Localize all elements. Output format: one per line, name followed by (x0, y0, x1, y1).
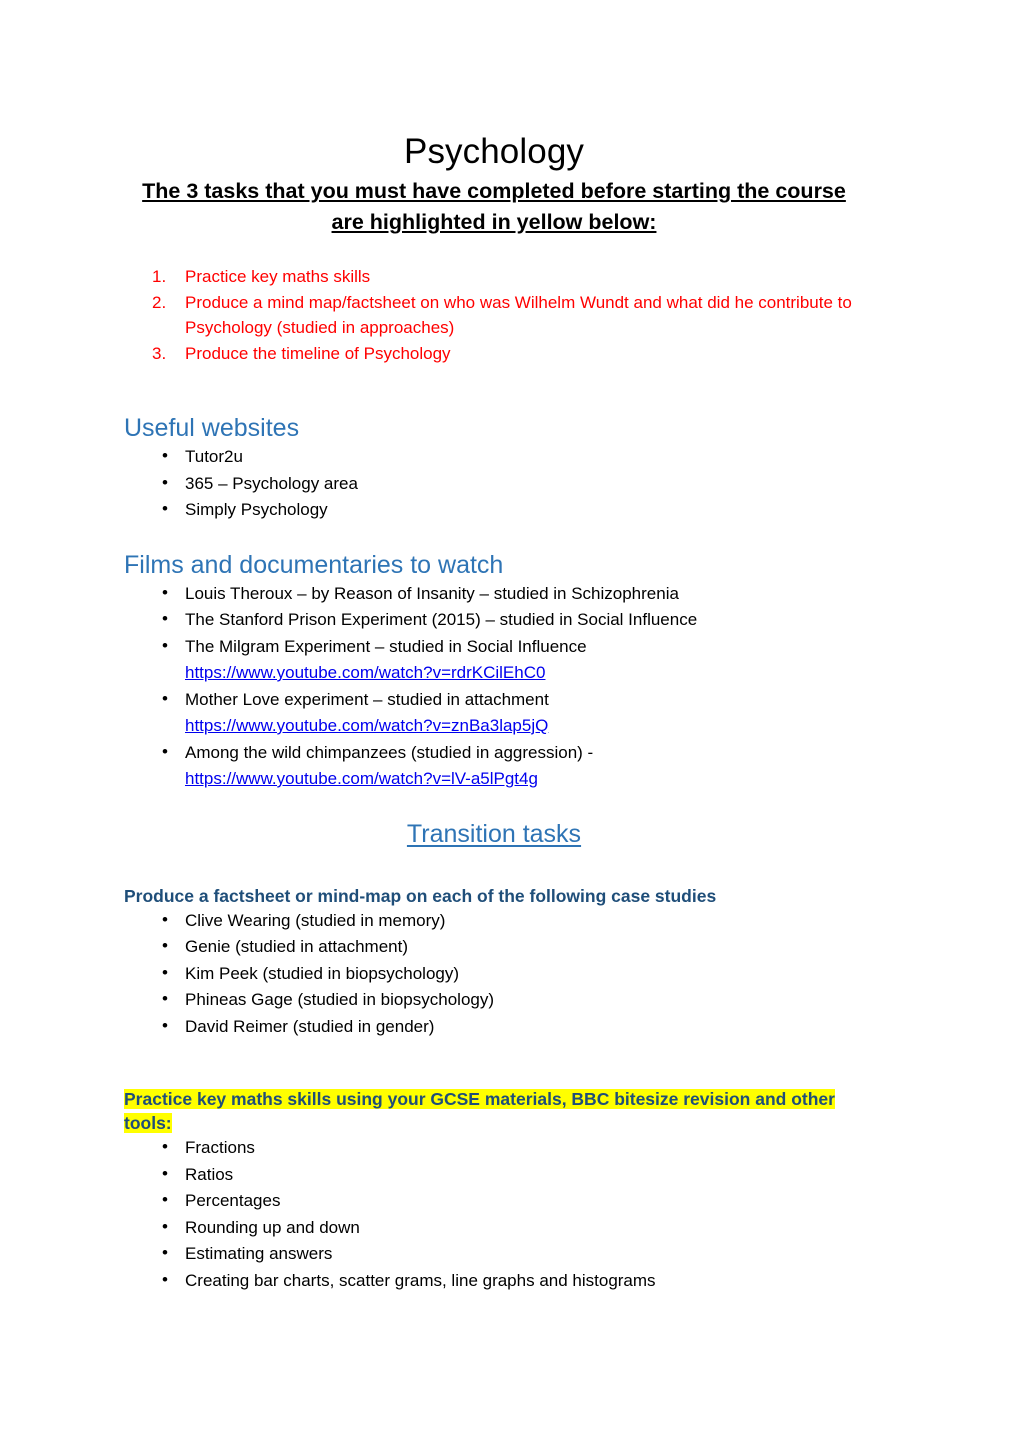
list-item-label: Fractions (185, 1138, 255, 1157)
list-item-number: 2. (152, 292, 167, 312)
list-item: 1. Practice key maths skills (124, 264, 864, 290)
youtube-link[interactable]: https://www.youtube.com/watch?v=znBa3lap… (185, 713, 864, 740)
list-item: Phineas Gage (studied in biopsychology) (124, 986, 864, 1014)
list-item-label: Louis Theroux – by Reason of Insanity – … (185, 583, 679, 603)
list-item: David Reimer (studied in gender) (124, 1013, 864, 1041)
list-item: Percentages (124, 1187, 864, 1215)
list-item-label: The Milgram Experiment – studied in Soci… (185, 636, 587, 656)
list-item: Kim Peek (studied in biopsychology) (124, 960, 864, 988)
required-tasks-list: 1. Practice key maths skills 2. Produce … (124, 264, 864, 366)
list-item-label: David Reimer (studied in gender) (185, 1016, 435, 1036)
maths-skills-list: Fractions Ratios Percentages Rounding up… (124, 1134, 864, 1295)
list-item-label: Kim Peek (studied in biopsychology) (185, 963, 460, 983)
list-item-number: 1. (152, 267, 167, 286)
list-item: 365 – Psychology area (124, 470, 864, 498)
list-item-label: The Stanford Prison Experiment (2015) – … (185, 610, 698, 629)
section-heading-transition-tasks: Transition tasks (406, 819, 582, 848)
list-item: Fractions (124, 1134, 864, 1162)
list-item-label: 365 – Psychology area (185, 473, 358, 493)
useful-websites-list: Tutor2u 365 – Psychology area Simply Psy… (124, 443, 864, 524)
maths-skills-heading-row: Practice key maths skills using your GCS… (124, 1087, 864, 1135)
document-body: Psychology The 3 tasks that you must hav… (124, 130, 864, 1294)
list-item-label: Percentages (185, 1191, 281, 1210)
list-item: The Stanford Prison Experiment (2015) – … (124, 606, 864, 634)
document-page: Psychology The 3 tasks that you must hav… (0, 0, 1020, 1442)
list-item-label: Genie (studied in attachment) (185, 937, 409, 956)
list-item-label: Creating bar charts, scatter grams, line… (185, 1270, 656, 1290)
document-subtitle: The 3 tasks that you must have completed… (142, 179, 846, 234)
list-item-label: Practice key maths skills (185, 267, 371, 286)
list-item-label: Mother Love experiment – studied in atta… (185, 689, 549, 709)
case-studies-list: Clive Wearing (studied in memory) Genie … (124, 907, 864, 1041)
list-item: Among the wild chimpanzees (studied in a… (124, 739, 864, 793)
list-item: Ratios (124, 1161, 864, 1189)
list-item: Clive Wearing (studied in memory) (124, 907, 864, 935)
list-item-label: Rounding up and down (185, 1217, 360, 1237)
section-heading-films-documentaries: Films and documentaries to watch (124, 550, 504, 579)
list-item-label: Estimating answers (185, 1244, 333, 1263)
list-item: Creating bar charts, scatter grams, line… (124, 1267, 864, 1295)
list-item: The Milgram Experiment – studied in Soci… (124, 633, 864, 687)
list-item: Mother Love experiment – studied in atta… (124, 686, 864, 740)
list-item: 2. Produce a mind map/factsheet on who w… (124, 290, 864, 341)
list-item-label: Clive Wearing (studied in memory) (185, 910, 446, 930)
list-item-label: Produce a mind map/factsheet on who was … (185, 292, 852, 338)
list-item: Simply Psychology (124, 496, 864, 524)
list-item: Louis Theroux – by Reason of Insanity – … (124, 580, 864, 608)
list-item-label: Phineas Gage (studied in biopsychology) (185, 990, 495, 1009)
subsection-heading-case-studies: Produce a factsheet or mind-map on each … (124, 885, 717, 906)
list-item-label: Simply Psychology (185, 500, 328, 519)
list-item: Genie (studied in attachment) (124, 933, 864, 961)
list-item: Rounding up and down (124, 1214, 864, 1242)
page-title: Psychology (404, 132, 584, 171)
list-item: Tutor2u (124, 443, 864, 471)
section-heading-useful-websites: Useful websites (124, 414, 300, 442)
list-item-label: Produce the timeline of Psychology (185, 343, 451, 363)
youtube-link[interactable]: https://www.youtube.com/watch?v=rdrKCilE… (185, 660, 864, 687)
list-item-label: Ratios (185, 1164, 234, 1184)
list-item: Estimating answers (124, 1240, 864, 1268)
subsection-heading-maths-skills: Practice key maths skills using your GCS… (124, 1089, 835, 1133)
list-item-label: Among the wild chimpanzees (studied in a… (185, 742, 594, 762)
list-item-label: Tutor2u (185, 447, 243, 466)
youtube-link[interactable]: https://www.youtube.com/watch?v=lV-a5lPg… (185, 766, 864, 793)
list-item-number: 3. (152, 343, 167, 363)
list-item: 3. Produce the timeline of Psychology (124, 341, 864, 367)
case-studies-heading-row: Produce a factsheet or mind-map on each … (124, 884, 864, 908)
films-documentaries-list: Louis Theroux – by Reason of Insanity – … (124, 580, 864, 793)
